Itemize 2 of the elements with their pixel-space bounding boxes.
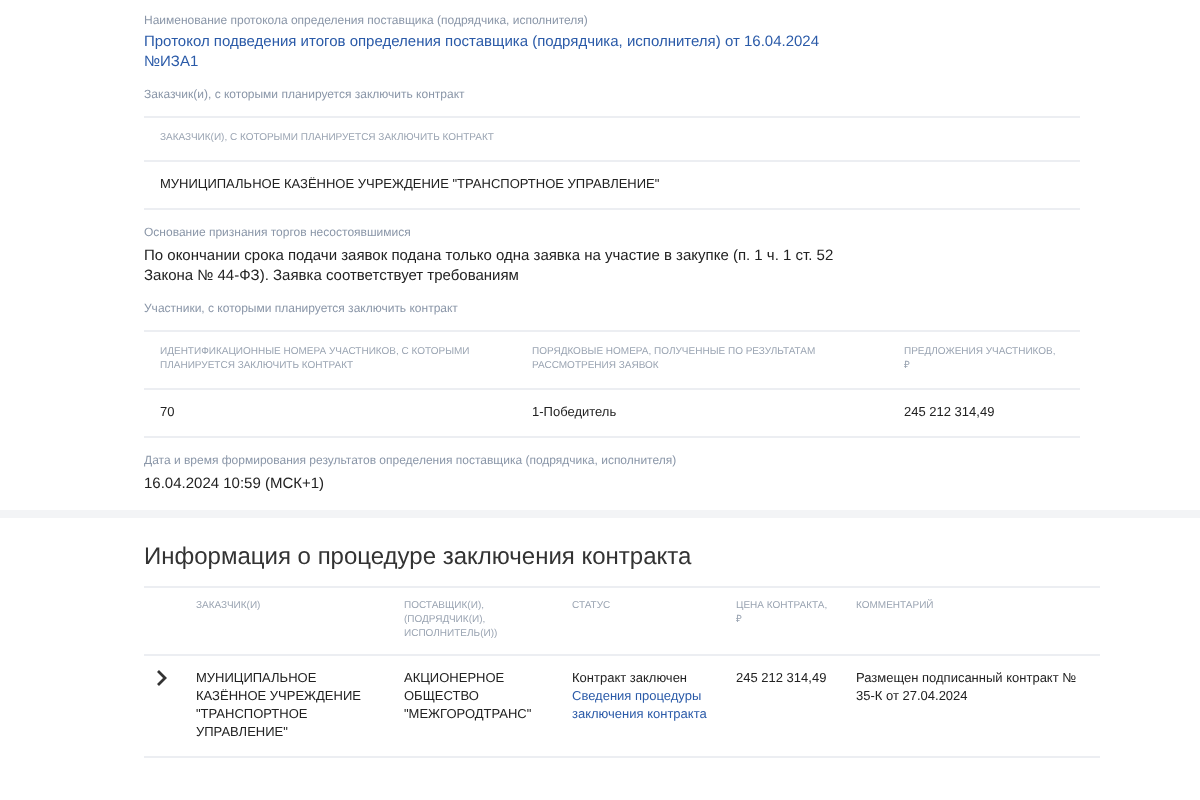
chevron-icon[interactable]	[156, 670, 168, 686]
section-title: Информация о процедуре заключения контракта	[144, 542, 694, 570]
